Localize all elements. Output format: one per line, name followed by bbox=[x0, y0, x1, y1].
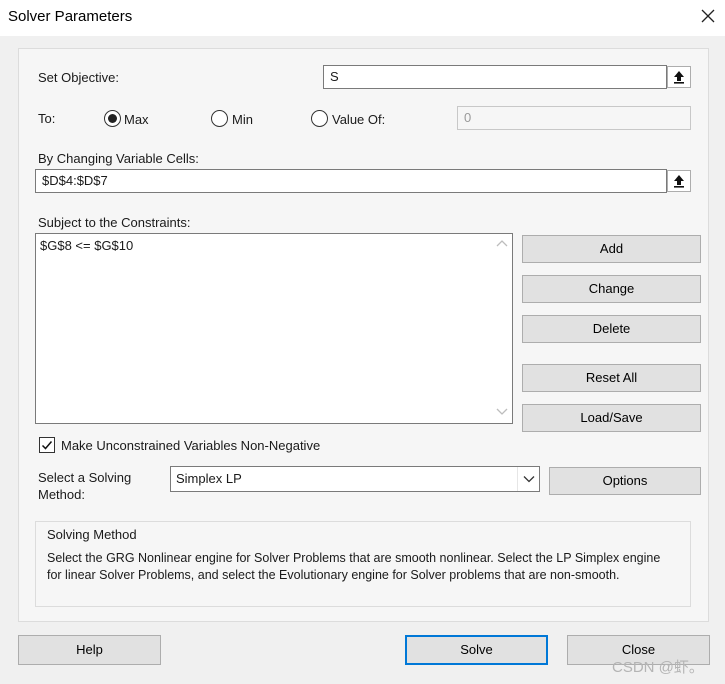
min-label[interactable]: Min bbox=[232, 112, 253, 127]
set-objective-label: Set Objective: bbox=[38, 70, 119, 85]
changing-cells-range-button[interactable] bbox=[667, 170, 691, 192]
window-title: Solver Parameters bbox=[8, 8, 133, 25]
method-label-line1: Select a Solving bbox=[38, 470, 132, 485]
watermark-text: CSDN @虾。 bbox=[612, 659, 704, 676]
value-of-radio[interactable] bbox=[311, 110, 328, 127]
nonneg-checkbox[interactable] bbox=[39, 437, 55, 453]
method-selected-value: Simplex LP bbox=[176, 471, 242, 486]
changing-cells-input[interactable]: $D$4:$D$7 bbox=[35, 169, 667, 193]
constraints-list[interactable]: $G$8 <= $G$10 bbox=[35, 233, 513, 424]
nonneg-label[interactable]: Make Unconstrained Variables Non-Negativ… bbox=[61, 438, 320, 453]
close-window-button[interactable] bbox=[698, 6, 718, 26]
options-button[interactable]: Options bbox=[549, 467, 701, 495]
min-radio[interactable] bbox=[211, 110, 228, 127]
delete-button[interactable]: Delete bbox=[522, 315, 701, 343]
objective-input[interactable]: S bbox=[323, 65, 667, 89]
value-of-label[interactable]: Value Of: bbox=[332, 112, 385, 127]
constraints-label: Subject to the Constraints: bbox=[38, 215, 191, 230]
load-save-button[interactable]: Load/Save bbox=[522, 404, 701, 432]
solving-method-title: Solving Method bbox=[47, 527, 137, 542]
solve-button[interactable]: Solve bbox=[405, 635, 548, 665]
range-select-icon bbox=[674, 71, 684, 84]
to-label: To: bbox=[38, 111, 56, 126]
method-label-line2: Method: bbox=[38, 487, 85, 502]
method-dropdown-button[interactable] bbox=[517, 467, 539, 491]
max-radio[interactable] bbox=[104, 110, 121, 127]
help-button[interactable]: Help bbox=[18, 635, 161, 665]
solving-method-description: Select the GRG Nonlinear engine for Solv… bbox=[47, 551, 661, 582]
close-icon bbox=[701, 9, 715, 23]
range-select-icon bbox=[674, 175, 684, 188]
check-icon bbox=[41, 441, 53, 450]
max-label[interactable]: Max bbox=[124, 112, 149, 127]
method-select[interactable]: Simplex LP bbox=[170, 466, 540, 492]
scroll-down-icon bbox=[496, 408, 508, 415]
constraint-item[interactable]: $G$8 <= $G$10 bbox=[40, 238, 508, 254]
reset-all-button[interactable]: Reset All bbox=[522, 364, 701, 392]
chevron-down-icon bbox=[523, 476, 534, 483]
change-button[interactable]: Change bbox=[522, 275, 701, 303]
constraints-scrollbar[interactable] bbox=[492, 234, 512, 423]
add-button[interactable]: Add bbox=[522, 235, 701, 263]
value-of-input[interactable]: 0 bbox=[457, 106, 691, 130]
scroll-up-icon bbox=[496, 240, 508, 247]
objective-range-button[interactable] bbox=[667, 66, 691, 88]
changing-cells-label: By Changing Variable Cells: bbox=[38, 151, 199, 166]
